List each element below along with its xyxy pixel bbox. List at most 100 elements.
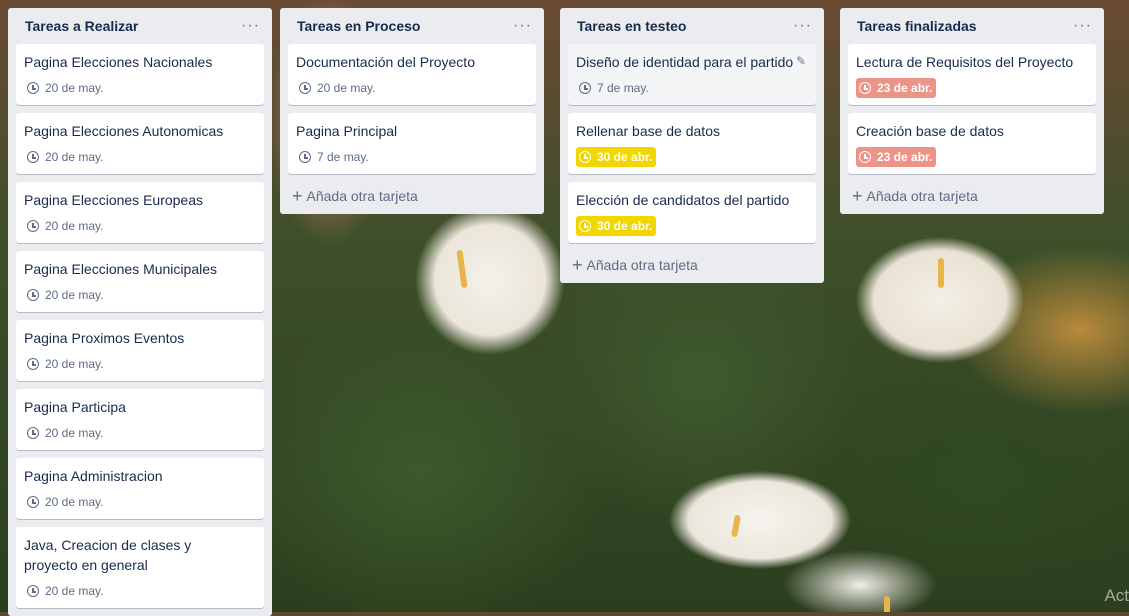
card[interactable]: Elección de candidatos del partido 30 de… <box>568 182 816 243</box>
list-tareas-finalizadas: Tareas finalizadas ··· Lectura de Requis… <box>840 8 1104 214</box>
card[interactable]: Java, Creacion de clases y proyecto en g… <box>16 527 264 608</box>
card[interactable]: Lectura de Requisitos del Proyecto 23 de… <box>848 44 1096 105</box>
card-title: Rellenar base de datos <box>576 123 720 139</box>
due-date-badge[interactable]: 20 de may. <box>24 354 107 374</box>
card[interactable]: Pagina Elecciones Europeas 20 de may. <box>16 182 264 243</box>
clock-icon <box>579 82 591 94</box>
card[interactable]: Pagina Proximos Eventos 20 de may. <box>16 320 264 381</box>
clock-icon <box>27 358 39 370</box>
due-date-badge[interactable]: 20 de may. <box>24 423 107 443</box>
clock-icon <box>27 427 39 439</box>
due-date-badge[interactable]: 20 de may. <box>24 216 107 236</box>
list-header: Tareas en testeo ··· <box>560 8 824 44</box>
due-date: 20 de may. <box>45 357 104 371</box>
due-date: 20 de may. <box>45 288 104 302</box>
add-card-label: Añada otra tarjeta <box>866 188 978 204</box>
card-title: Lectura de Requisitos del Proyecto <box>856 54 1074 70</box>
card[interactable]: Rellenar base de datos 30 de abr. <box>568 113 816 174</box>
card-title: Pagina Elecciones Autonomicas <box>24 123 224 139</box>
list-header: Tareas en Proceso ··· <box>280 8 544 44</box>
card[interactable]: Pagina Principal 7 de may. <box>288 113 536 174</box>
more-options-icon[interactable]: ··· <box>789 16 816 36</box>
clock-icon <box>27 151 39 163</box>
add-card-button[interactable]: + Añada otra tarjeta <box>564 251 820 279</box>
clock-icon <box>579 220 591 232</box>
card-title: Elección de candidatos del partido <box>576 192 790 208</box>
card-title: Creación base de datos <box>856 123 1004 139</box>
list-tareas-en-proceso: Tareas en Proceso ··· Documentación del … <box>280 8 544 214</box>
due-date-badge[interactable]: 23 de abr. <box>856 78 937 98</box>
clock-icon <box>27 585 39 597</box>
add-card-label: Añada otra tarjeta <box>586 257 698 273</box>
plus-icon: + <box>572 255 583 275</box>
activation-watermark: Act <box>1104 586 1129 605</box>
pencil-icon[interactable]: ✎ <box>796 54 806 68</box>
more-options-icon[interactable]: ··· <box>509 16 536 36</box>
card[interactable]: Pagina Elecciones Municipales 20 de may. <box>16 251 264 312</box>
card[interactable]: Diseño de identidad para el partido ✎ 7 … <box>568 44 816 105</box>
due-date: 20 de may. <box>45 81 104 95</box>
due-date: 7 de may. <box>597 81 649 95</box>
card[interactable]: Pagina Elecciones Nacionales 20 de may. <box>16 44 264 105</box>
card-title: Documentación del Proyecto <box>296 54 475 70</box>
due-date-badge[interactable]: 20 de may. <box>296 78 379 98</box>
due-date: 7 de may. <box>317 150 369 164</box>
due-date: 20 de may. <box>45 584 104 598</box>
due-date-badge[interactable]: 7 de may. <box>576 78 653 98</box>
card-title: Pagina Elecciones Municipales <box>24 261 217 277</box>
due-date-badge[interactable]: 7 de may. <box>296 147 373 167</box>
clock-icon <box>859 82 871 94</box>
list-tareas-a-realizar: Tareas a Realizar ··· Pagina Elecciones … <box>8 8 272 616</box>
list-title[interactable]: Tareas en testeo <box>577 18 686 34</box>
plus-icon: + <box>292 186 303 206</box>
card-title: Pagina Proximos Eventos <box>24 330 185 346</box>
due-date: 23 de abr. <box>877 150 933 164</box>
card-title: Pagina Administracion <box>24 468 163 484</box>
due-date: 20 de may. <box>45 150 104 164</box>
due-date-badge[interactable]: 30 de abr. <box>576 147 657 167</box>
list-header: Tareas a Realizar ··· <box>8 8 272 44</box>
card[interactable]: Pagina Elecciones Autonomicas 20 de may. <box>16 113 264 174</box>
due-date: 20 de may. <box>45 426 104 440</box>
due-date: 20 de may. <box>317 81 376 95</box>
card-title: Pagina Elecciones Europeas <box>24 192 204 208</box>
due-date-badge[interactable]: 20 de may. <box>24 581 107 601</box>
card-title: Pagina Elecciones Nacionales <box>24 54 213 70</box>
list-title[interactable]: Tareas a Realizar <box>25 18 138 34</box>
list-header: Tareas finalizadas ··· <box>840 8 1104 44</box>
clock-icon <box>27 496 39 508</box>
clock-icon <box>299 151 311 163</box>
plus-icon: + <box>852 186 863 206</box>
due-date: 23 de abr. <box>877 81 933 95</box>
clock-icon <box>27 220 39 232</box>
clock-icon <box>27 82 39 94</box>
add-card-button[interactable]: + Añada otra tarjeta <box>284 182 540 210</box>
list-tareas-en-testeo: Tareas en testeo ··· Diseño de identidad… <box>560 8 824 283</box>
add-card-button[interactable]: + Añada otra tarjeta <box>844 182 1100 210</box>
card[interactable]: Creación base de datos 23 de abr. <box>848 113 1096 174</box>
card[interactable]: Documentación del Proyecto 20 de may. <box>288 44 536 105</box>
due-date-badge[interactable]: 23 de abr. <box>856 147 937 167</box>
card-title: Diseño de identidad para el partido <box>576 54 794 70</box>
due-date: 30 de abr. <box>597 219 653 233</box>
add-card-label: Añada otra tarjeta <box>306 188 418 204</box>
due-date-badge[interactable]: 20 de may. <box>24 78 107 98</box>
clock-icon <box>579 151 591 163</box>
due-date: 30 de abr. <box>597 150 653 164</box>
card-title: Pagina Participa <box>24 399 126 415</box>
due-date-badge[interactable]: 20 de may. <box>24 285 107 305</box>
card-title: Pagina Principal <box>296 123 398 139</box>
clock-icon <box>27 289 39 301</box>
card-title: Java, Creacion de clases y proyecto en g… <box>24 537 192 573</box>
list-title[interactable]: Tareas en Proceso <box>297 18 420 34</box>
due-date-badge[interactable]: 30 de abr. <box>576 216 657 236</box>
card[interactable]: Pagina Participa 20 de may. <box>16 389 264 450</box>
clock-icon <box>859 151 871 163</box>
more-options-icon[interactable]: ··· <box>1069 16 1096 36</box>
card[interactable]: Pagina Administracion 20 de may. <box>16 458 264 519</box>
more-options-icon[interactable]: ··· <box>237 16 264 36</box>
due-date: 20 de may. <box>45 495 104 509</box>
list-title[interactable]: Tareas finalizadas <box>857 18 977 34</box>
due-date-badge[interactable]: 20 de may. <box>24 147 107 167</box>
due-date-badge[interactable]: 20 de may. <box>24 492 107 512</box>
